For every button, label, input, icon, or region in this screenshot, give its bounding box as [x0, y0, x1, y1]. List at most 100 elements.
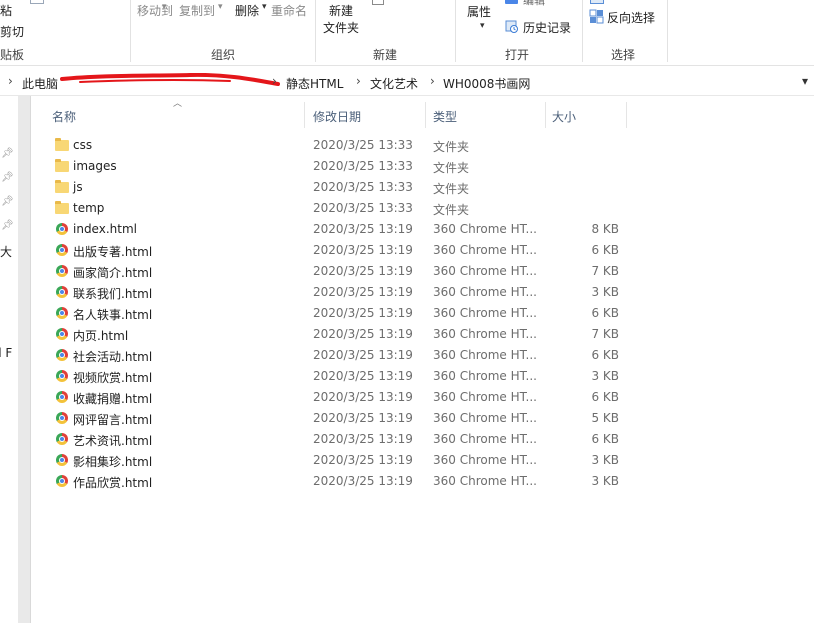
column-header-name[interactable]: 名称 — [52, 108, 76, 125]
file-name: js — [73, 180, 83, 194]
chrome-html-icon — [55, 390, 69, 404]
file-modified-date: 2020/3/25 13:19 — [313, 369, 413, 383]
address-bar[interactable]: › 此电脑 › 静态HTML › 文化艺术 › WH0008书画网 ▾ — [0, 70, 814, 96]
file-name: 出版专著.html — [73, 245, 153, 259]
ribbon-separator — [455, 0, 456, 62]
file-row[interactable]: 名人轶事.html 2020/3/25 13:19 360 Chrome HT...… — [51, 303, 631, 324]
file-modified-date: 2020/3/25 13:19 — [313, 285, 413, 299]
file-size: 7 KB — [591, 264, 619, 278]
file-modified-date: 2020/3/25 13:19 — [313, 327, 413, 341]
column-header-size[interactable]: 大小 — [552, 108, 576, 125]
cut-button[interactable]: 剪切 — [0, 23, 24, 40]
file-size: 3 KB — [591, 285, 619, 299]
file-row[interactable]: 作品欣赏.html 2020/3/25 13:19 360 Chrome HT...… — [51, 471, 631, 492]
file-row[interactable]: images 2020/3/25 13:33 文件夹 — [51, 156, 631, 177]
file-modified-date: 2020/3/25 13:19 — [313, 474, 413, 488]
move-to-button[interactable]: 移动到 — [137, 2, 173, 19]
invert-selection-button[interactable]: 反向选择 — [607, 9, 655, 26]
rename-button[interactable]: 重命名 — [271, 2, 307, 19]
file-row[interactable]: 出版专著.html 2020/3/25 13:19 360 Chrome HT...… — [51, 240, 631, 261]
file-modified-date: 2020/3/25 13:33 — [313, 180, 413, 194]
file-row[interactable]: 画家简介.html 2020/3/25 13:19 360 Chrome HT...… — [51, 261, 631, 282]
breadcrumb-this-pc[interactable]: 此电脑 — [22, 75, 58, 92]
file-size: 3 KB — [591, 453, 619, 467]
chevron-right-icon: › — [8, 74, 13, 88]
file-type: 360 Chrome HT... — [433, 264, 537, 278]
file-type: 360 Chrome HT... — [433, 369, 537, 383]
group-label-open: 打开 — [505, 48, 530, 62]
file-list: ︿ 名称 修改日期 类型 大小 css 2020/3/25 13:33 文件夹 ima… — [31, 96, 814, 623]
file-type: 360 Chrome HT... — [433, 327, 537, 341]
file-row[interactable]: 收藏捐赠.html 2020/3/25 13:19 360 Chrome HT...… — [51, 387, 631, 408]
history-button[interactable]: 历史记录 — [523, 19, 571, 36]
file-name: 内页.html — [73, 329, 129, 343]
ribbon-separator — [667, 0, 668, 62]
column-header-date[interactable]: 修改日期 — [313, 108, 361, 125]
file-size: 6 KB — [591, 348, 619, 362]
file-modified-date: 2020/3/25 13:19 — [313, 432, 413, 446]
column-header-type[interactable]: 类型 — [433, 108, 457, 125]
file-row[interactable]: index.html 2020/3/25 13:19 360 Chrome HT..… — [51, 219, 631, 240]
group-label-select: 选择 — [611, 48, 636, 62]
address-history-dropdown-icon[interactable]: ▾ — [802, 74, 808, 88]
navigation-scrollbar[interactable] — [18, 96, 31, 623]
file-row[interactable]: js 2020/3/25 13:33 文件夹 — [51, 177, 631, 198]
breadcrumb-culture-art[interactable]: 文化艺术 — [370, 75, 418, 92]
file-row[interactable]: 网评留言.html 2020/3/25 13:19 360 Chrome HT...… — [51, 408, 631, 429]
new-folder-button-line2[interactable]: 文件夹 — [323, 19, 359, 36]
paste-button[interactable]: 粘 — [0, 2, 12, 19]
select-all-icon — [590, 0, 604, 4]
file-modified-date: 2020/3/25 13:19 — [313, 453, 413, 467]
file-modified-date: 2020/3/25 13:19 — [313, 348, 413, 362]
column-divider[interactable] — [545, 102, 546, 128]
pin-icon: 📌︎ — [1, 148, 14, 159]
chrome-html-icon — [55, 243, 69, 257]
column-divider[interactable] — [304, 102, 305, 128]
file-row[interactable]: temp 2020/3/25 13:33 文件夹 — [51, 198, 631, 219]
breadcrumb-current-folder[interactable]: WH0008书画网 — [443, 75, 530, 92]
file-name: 作品欣赏.html — [73, 476, 153, 490]
chevron-right-icon: › — [430, 74, 435, 88]
file-size: 6 KB — [591, 432, 619, 446]
chrome-html-icon — [55, 474, 69, 488]
file-type: 文件夹 — [433, 140, 470, 154]
new-folder-button-line1[interactable]: 新建 — [329, 2, 353, 19]
column-divider[interactable] — [425, 102, 426, 128]
column-divider[interactable] — [626, 102, 627, 128]
pin-icon: 📌︎ — [1, 172, 14, 183]
file-modified-date: 2020/3/25 13:19 — [313, 222, 413, 236]
chrome-html-icon — [55, 264, 69, 278]
folder-icon — [55, 138, 69, 152]
edit-button[interactable]: 编辑 — [523, 0, 545, 8]
file-row[interactable]: 社会活动.html 2020/3/25 13:19 360 Chrome HT...… — [51, 345, 631, 366]
file-row[interactable]: 联系我们.html 2020/3/25 13:19 360 Chrome HT...… — [51, 282, 631, 303]
file-type: 360 Chrome HT... — [433, 348, 537, 362]
chrome-html-icon — [55, 327, 69, 341]
redaction-scribble — [60, 72, 280, 87]
file-row[interactable]: 艺术资讯.html 2020/3/25 13:19 360 Chrome HT...… — [51, 429, 631, 450]
file-modified-date: 2020/3/25 13:33 — [313, 159, 413, 173]
chrome-html-icon — [55, 411, 69, 425]
file-modified-date: 2020/3/25 13:19 — [313, 264, 413, 278]
copy-to-button[interactable]: 复制到 — [179, 2, 215, 19]
file-name: 收藏捐赠.html — [73, 392, 153, 406]
nav-item-clipped[interactable]: d F — [0, 346, 12, 360]
file-row[interactable]: 视频欣赏.html 2020/3/25 13:19 360 Chrome HT...… — [51, 366, 631, 387]
delete-button[interactable]: 删除 — [235, 2, 259, 19]
file-row[interactable]: css 2020/3/25 13:33 文件夹 — [51, 135, 631, 156]
file-name: 影相集珍.html — [73, 455, 153, 469]
file-name: index.html — [73, 222, 137, 236]
chrome-html-icon — [55, 348, 69, 362]
file-name: 画家简介.html — [73, 266, 153, 280]
delete-dropdown-icon: ▾ — [262, 2, 267, 12]
breadcrumb-static-html[interactable]: 静态HTML — [286, 75, 343, 92]
nav-item-clipped[interactable]: 大 — [0, 243, 12, 260]
properties-button[interactable]: 属性 — [467, 3, 491, 20]
pin-icon: 📌︎ — [1, 220, 14, 231]
file-row[interactable]: 内页.html 2020/3/25 13:19 360 Chrome HT... 7 … — [51, 324, 631, 345]
file-size: 3 KB — [591, 369, 619, 383]
file-row[interactable]: 影相集珍.html 2020/3/25 13:19 360 Chrome HT...… — [51, 450, 631, 471]
folder-icon — [55, 201, 69, 215]
copy-path-icon — [30, 0, 44, 4]
new-item-icon[interactable] — [372, 0, 384, 5]
